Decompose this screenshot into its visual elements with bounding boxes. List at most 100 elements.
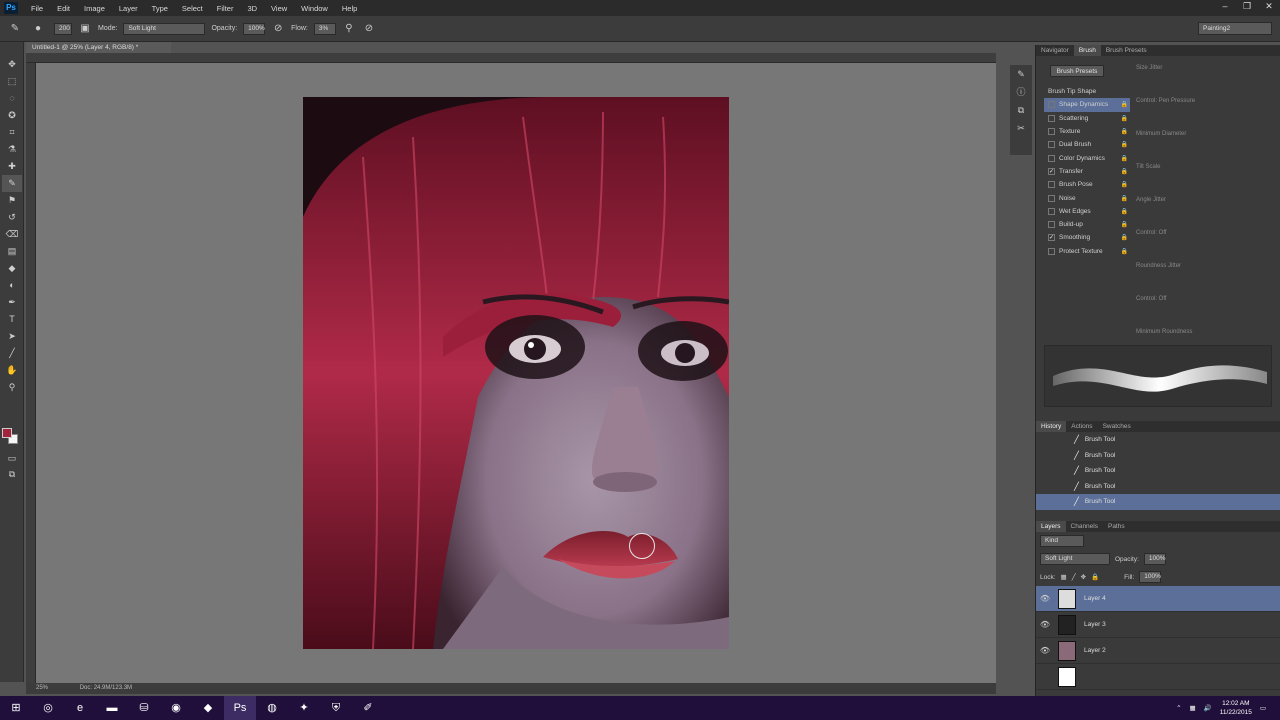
menu-window[interactable]: Window [294, 4, 335, 13]
history-item[interactable]: ╱ Brush Tool [1036, 448, 1280, 464]
history-item-current[interactable]: ╱ Brush Tool [1036, 494, 1280, 510]
tab-swatches[interactable]: Swatches [1098, 421, 1136, 432]
mode-select[interactable]: Soft Light [123, 22, 206, 35]
lock-position-icon[interactable]: ✥ [1081, 573, 1086, 581]
clock[interactable]: 12:02 AM 11/22/2015 [1220, 699, 1252, 717]
brush-panel-toggle-icon[interactable]: ▣ [78, 22, 92, 36]
menu-view[interactable]: View [264, 4, 294, 13]
shield-app-icon[interactable]: ⛨ [320, 696, 352, 720]
menu-layer[interactable]: Layer [112, 4, 145, 13]
store-icon[interactable]: ⛁ [128, 696, 160, 720]
brush-panel-icon[interactable]: ✎ [1010, 65, 1032, 83]
lock-icon[interactable]: 🔒 [1121, 168, 1128, 175]
menu-3d[interactable]: 3D [240, 4, 264, 13]
path-selection-tool-icon[interactable]: ➤ [2, 328, 22, 345]
tab-actions[interactable]: Actions [1066, 421, 1097, 432]
zoom-tool-icon[interactable]: ⚲ [2, 379, 22, 396]
checkbox[interactable] [1048, 101, 1055, 109]
brush-option[interactable]: Scattering 🔒 [1044, 112, 1130, 125]
lock-icon[interactable]: 🔒 [1121, 195, 1128, 202]
screen-mode-icon[interactable]: ⧉ [2, 466, 22, 483]
eraser-tool-icon[interactable]: ⌫ [2, 226, 22, 243]
pressure-opacity-icon[interactable]: ⊘ [271, 22, 285, 36]
zoom-level[interactable]: 25% [36, 685, 48, 691]
brush-option[interactable]: Dual Brush 🔒 [1044, 138, 1130, 151]
checkbox[interactable] [1048, 128, 1055, 136]
app-icon[interactable]: ◆ [192, 696, 224, 720]
quick-mask-icon[interactable]: ▭ [2, 450, 22, 467]
brush-presets-button[interactable]: Brush Presets [1050, 65, 1104, 77]
opacity-field[interactable]: 100% [243, 22, 266, 35]
layer-fill-field[interactable]: 100% [1139, 571, 1162, 583]
checkbox[interactable] [1048, 221, 1055, 229]
tab-channels[interactable]: Channels [1066, 521, 1103, 532]
lock-icon[interactable]: 🔒 [1121, 155, 1128, 162]
brush-option[interactable]: Wet Edges 🔒 [1044, 205, 1130, 218]
brush-option[interactable]: Noise 🔒 [1044, 191, 1130, 204]
hand-tool-icon[interactable]: ✋ [2, 362, 22, 379]
visibility-eye-icon[interactable]: 👁 [1036, 620, 1054, 629]
menu-select[interactable]: Select [175, 4, 210, 13]
checkbox[interactable] [1048, 114, 1055, 122]
healing-brush-tool-icon[interactable]: ✚ [2, 158, 22, 175]
gradient-tool-icon[interactable]: ▤ [2, 243, 22, 260]
layer-row[interactable] [1036, 664, 1280, 690]
flow-field[interactable]: 3% [313, 22, 336, 35]
lasso-tool-icon[interactable]: ◌ [2, 90, 22, 107]
menu-type[interactable]: Type [145, 4, 175, 13]
history-item[interactable]: ╱ Brush Tool [1036, 479, 1280, 495]
layer-row[interactable]: 👁 Layer 4 [1036, 586, 1280, 612]
checkbox[interactable] [1048, 194, 1055, 202]
tray-up-icon[interactable]: ⌃ [1176, 704, 1181, 712]
quick-select-tool-icon[interactable]: ✪ [2, 107, 22, 124]
clone-source-icon[interactable]: ⧉ [1010, 101, 1032, 119]
lock-icon[interactable]: 🔒 [1121, 101, 1128, 108]
brush-preset-picker[interactable]: ● [28, 22, 48, 36]
lock-icon[interactable]: 🔒 [1121, 141, 1128, 148]
layer-opacity-field[interactable]: 100% [1143, 553, 1166, 565]
lock-all-icon[interactable]: 🔒 [1091, 573, 1099, 581]
lock-icon[interactable]: 🔒 [1121, 115, 1128, 122]
brush-option[interactable]: Brush Tip Shape [1044, 85, 1130, 98]
layer-blend-mode-select[interactable]: Soft Light [1040, 553, 1110, 565]
menu-filter[interactable]: Filter [210, 4, 241, 13]
lock-transparency-icon[interactable]: ▦ [1061, 573, 1067, 581]
pressure-size-icon[interactable]: ⊘ [362, 22, 376, 36]
globe-app-icon[interactable]: ◍ [256, 696, 288, 720]
crop-tool-icon[interactable]: ⌗ [2, 124, 22, 141]
tab-navigator[interactable]: Navigator [1036, 45, 1074, 56]
layer-row[interactable]: 👁 Layer 3 [1036, 612, 1280, 638]
info-icon[interactable]: ⓘ [1010, 83, 1032, 101]
tab-paths[interactable]: Paths [1103, 521, 1130, 532]
tab-history[interactable]: History [1036, 421, 1067, 432]
history-brush-tool-icon[interactable]: ↺ [2, 209, 22, 226]
marquee-tool-icon[interactable]: ⬚ [2, 73, 22, 90]
clone-stamp-tool-icon[interactable]: ⚑ [2, 192, 22, 209]
lock-icon[interactable]: 🔒 [1121, 208, 1128, 215]
layer-kind-filter[interactable]: Kind [1040, 535, 1084, 547]
menu-help[interactable]: Help [335, 4, 364, 13]
task-view-icon[interactable]: ◎ [32, 696, 64, 720]
checkbox[interactable]: ✓ [1048, 167, 1055, 175]
foreground-color-swatch[interactable] [2, 428, 12, 438]
tool-presets-icon[interactable]: ✂ [1010, 119, 1032, 137]
lock-pixels-icon[interactable]: ╱ [1072, 573, 1076, 581]
dodge-tool-icon[interactable]: ◐ [2, 277, 22, 294]
visibility-eye-icon[interactable]: 👁 [1036, 646, 1054, 655]
edge-browser-icon[interactable]: e [64, 696, 96, 720]
lock-icon[interactable]: 🔒 [1121, 128, 1128, 135]
tab-layers[interactable]: Layers [1036, 521, 1066, 532]
brush-option[interactable]: Brush Pose 🔒 [1044, 178, 1130, 191]
menu-image[interactable]: Image [77, 4, 112, 13]
move-tool-icon[interactable]: ✥ [2, 56, 22, 73]
file-explorer-icon[interactable]: ▬ [96, 696, 128, 720]
layer-row[interactable]: 👁 Layer 2 [1036, 638, 1280, 664]
paint-app-icon[interactable]: ✦ [288, 696, 320, 720]
checkbox[interactable] [1048, 141, 1055, 149]
visibility-eye-icon[interactable]: 👁 [1036, 594, 1054, 603]
menu-edit[interactable]: Edit [50, 4, 77, 13]
brush-option[interactable]: Shape Dynamics 🔒 [1044, 98, 1130, 112]
brush-option[interactable]: ✓ Smoothing 🔒 [1044, 231, 1130, 244]
workspace-select[interactable]: Painting2 [1198, 22, 1272, 35]
lock-icon[interactable]: 🔒 [1121, 234, 1128, 241]
